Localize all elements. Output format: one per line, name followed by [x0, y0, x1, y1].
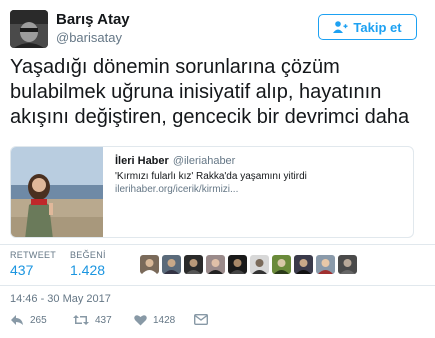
card-url[interactable]: ilerihaber.org/icerik/kirmizi...	[115, 184, 238, 195]
tweet-timestamp[interactable]: 14:46 - 30 May 2017	[10, 293, 111, 305]
reply-icon	[11, 315, 23, 325]
follow-button-label: Takip et	[353, 19, 402, 35]
liker-avatar[interactable]	[294, 255, 313, 274]
card-thumbnail	[11, 147, 103, 237]
heart-icon	[134, 315, 147, 326]
retweet-stat-value[interactable]: 437	[10, 262, 33, 278]
card-source: İleri Haber @ileriahaber	[115, 155, 235, 167]
liker-avatar[interactable]	[250, 255, 269, 274]
card-source-name: İleri Haber	[115, 155, 169, 167]
author-handle[interactable]: @barisatay	[56, 30, 122, 45]
tweet-text: Yaşadığı dönemin sorunlarına çözüm bulab…	[10, 55, 428, 130]
card-title: 'Kırmızı fularlı kız' Rakka'da yaşamını …	[115, 171, 307, 182]
liker-avatar[interactable]	[206, 255, 225, 274]
link-card[interactable]: İleri Haber @ileriahaber 'Kırmızı fularlı…	[10, 146, 414, 238]
retweet-count: 437	[95, 314, 112, 326]
author-avatar[interactable]	[10, 10, 48, 48]
reply-button[interactable]: 265	[10, 314, 47, 326]
liker-avatar[interactable]	[338, 255, 357, 274]
liker-avatar[interactable]	[316, 255, 335, 274]
engagement-stats: RETWEET 437 BEĞENİ 1.428	[0, 244, 435, 286]
card-source-handle: @ileriahaber	[172, 155, 236, 167]
retweet-button[interactable]: 437	[73, 314, 112, 326]
liker-avatar[interactable]	[184, 255, 203, 274]
liker-avatar[interactable]	[228, 255, 247, 274]
direct-message-button[interactable]	[194, 314, 208, 325]
tweet-line: bulabilmek uğruna inisiyatif alıp, hayat…	[10, 81, 382, 103]
author-name[interactable]: Barış Atay	[56, 11, 130, 28]
follow-person-icon	[333, 21, 348, 33]
follow-button[interactable]: Takip et	[318, 14, 417, 40]
liker-avatar[interactable]	[162, 255, 181, 274]
like-stat-label: BEĞENİ	[70, 250, 106, 260]
retweet-stat-label: RETWEET	[10, 250, 57, 260]
tweet-line: akışını değiştiren, gencecik bir devrimc…	[10, 106, 410, 128]
like-count: 1428	[153, 314, 176, 326]
tweet-line: Yaşadığı dönemin sorunlarına çözüm	[10, 56, 340, 78]
reply-count: 265	[30, 314, 47, 326]
liker-avatar[interactable]	[140, 255, 159, 274]
retweet-icon	[73, 315, 89, 325]
liker-avatars	[140, 255, 357, 274]
envelope-icon	[194, 314, 208, 325]
like-button[interactable]: 1428	[134, 314, 175, 326]
like-stat-value[interactable]: 1.428	[70, 262, 105, 278]
liker-avatar[interactable]	[272, 255, 291, 274]
